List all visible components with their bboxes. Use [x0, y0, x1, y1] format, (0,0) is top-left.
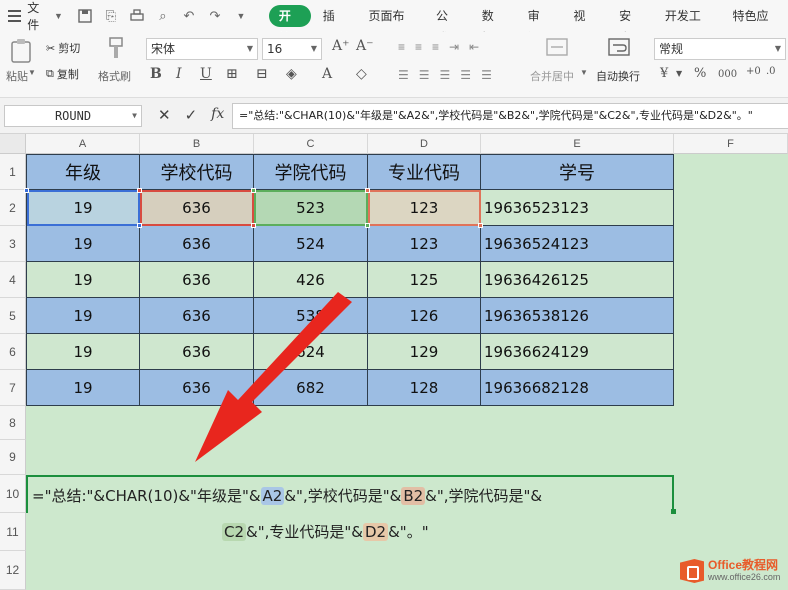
menu-icon[interactable] — [8, 10, 22, 22]
chevron-down-icon: ▼ — [310, 44, 317, 53]
chevron-down-icon[interactable]: ▼ — [580, 68, 588, 77]
wrap-text-button[interactable] — [604, 36, 634, 61]
justify-icon[interactable]: ☰ — [460, 68, 471, 84]
formula-input[interactable]: ="总结:"&CHAR(10)&"年级是"&A2&",学校代码是"&B2&",学… — [232, 103, 788, 129]
tab-data[interactable]: 数据 — [470, 5, 516, 45]
tab-security[interactable]: 安全 — [607, 5, 653, 45]
name-box[interactable]: ROUND ▼ — [4, 105, 142, 127]
underline-icon[interactable]: U — [200, 66, 212, 82]
redo-icon[interactable]: ↷ — [207, 8, 223, 24]
align-top-icon[interactable]: ≡ — [398, 40, 405, 56]
grow-font-icon[interactable]: A⁺ — [332, 38, 350, 54]
tab-home[interactable]: 开始 — [268, 5, 311, 45]
cut-button[interactable]: ✂ 剪切 — [46, 40, 80, 56]
format-painter-label: 格式刷 — [98, 71, 131, 83]
chevron-down-icon: ▼ — [132, 111, 137, 120]
format-painter-button[interactable] — [104, 36, 128, 65]
percent-button[interactable]: % — [694, 66, 706, 81]
increase-decimal-icon[interactable]: +0 — [746, 66, 761, 77]
wrap-text-label: 自动换行 — [596, 71, 640, 83]
merge-center-button[interactable] — [542, 36, 572, 61]
number-format-select[interactable]: 常规 ▼ — [654, 38, 786, 60]
watermark-url: www.office26.com — [708, 572, 781, 582]
customize-chevron-icon[interactable]: ▼ — [233, 8, 249, 24]
align-right-icon[interactable]: ☰ — [440, 68, 451, 84]
chevron-down-icon[interactable]: ▼ — [54, 11, 63, 21]
save-icon[interactable] — [77, 8, 93, 24]
border-icon[interactable]: ⊞ — [226, 66, 238, 82]
chevron-down-icon: ▼ — [774, 44, 781, 53]
paste-chevron-icon[interactable]: ▼ — [28, 68, 36, 77]
export-pdf-icon[interactable]: ⎘ — [103, 8, 119, 24]
tab-insert[interactable]: 插入 — [311, 5, 357, 45]
merge-center-icon — [546, 38, 568, 56]
tab-view[interactable]: 视图 — [561, 5, 607, 45]
fill-color-icon[interactable]: ◈ — [286, 66, 297, 82]
file-menu[interactable]: 文件 — [27, 0, 50, 33]
tab-developer[interactable]: 开发工具 — [653, 5, 721, 45]
font-size-select[interactable]: 16 ▼ — [262, 38, 322, 60]
shrink-font-icon[interactable]: A⁻ — [356, 38, 374, 54]
formula-bar: ROUND ▼ ✕ ✓ fx ="总结:"&CHAR(10)&"年级是"&A2&"… — [0, 98, 788, 134]
align-center-icon[interactable]: ☰ — [419, 68, 430, 84]
distribute-icon[interactable]: ☰ — [481, 68, 492, 84]
spreadsheet-grid: A B C D E F 1 2 3 4 5 6 7 8 9 10 11 12 年… — [0, 134, 788, 590]
menu-bar: 文件 ▼ ⎘ ⌕ ↶ ↷ ▼ 开始 插入 页面布局 公式 数据 审阅 视图 安全… — [0, 0, 788, 45]
scissors-icon: ✂ — [46, 42, 56, 55]
paste-label: 粘贴 — [6, 71, 28, 83]
watermark-title: Office教程网 — [708, 558, 779, 572]
align-left-icon[interactable]: ☰ — [398, 68, 409, 84]
print-icon[interactable] — [129, 8, 145, 24]
paste-button[interactable] — [8, 38, 34, 67]
copy-icon: ⧉ — [46, 67, 54, 80]
eraser-icon[interactable]: ◇ — [356, 66, 367, 82]
cancel-icon[interactable]: ✕ — [158, 106, 171, 124]
align-middle-icon[interactable]: ≡ — [415, 40, 422, 56]
tab-formulas[interactable]: 公式 — [424, 5, 470, 45]
outdent-icon[interactable]: ⇤ — [469, 40, 479, 56]
thousands-button[interactable]: 000 — [718, 69, 737, 80]
undo-icon[interactable]: ↶ — [181, 8, 197, 24]
paste-icon — [11, 39, 31, 63]
confirm-icon[interactable]: ✓ — [185, 106, 198, 124]
office-logo-icon — [680, 559, 704, 583]
chevron-down-icon: ▼ — [246, 44, 253, 53]
tab-page-layout[interactable]: 页面布局 — [356, 5, 424, 45]
print-preview-icon[interactable]: ⌕ — [155, 8, 171, 24]
copy-button[interactable]: ⧉ 复制 — [46, 66, 79, 82]
align-bottom-icon[interactable]: ≡ — [432, 40, 439, 56]
tab-special[interactable]: 特色应用 — [720, 5, 788, 45]
ribbon-toolbar: 粘贴 ▼ ✂ 剪切 ⧉ 复制 格式刷 宋体 ▼ 16 ▼ A⁺ A⁻ B I U ⊞ ⊟… — [0, 32, 788, 98]
merge-center-label: 合并居中 — [530, 71, 574, 83]
tab-review[interactable]: 审阅 — [516, 5, 562, 45]
chevron-down-icon[interactable]: ▼ — [676, 69, 682, 78]
wrap-text-icon — [608, 38, 630, 56]
font-color-icon[interactable]: A — [322, 66, 332, 82]
decrease-decimal-icon[interactable]: .0 — [766, 66, 776, 77]
insert-function-icon[interactable]: fx — [211, 106, 224, 124]
bold-icon[interactable]: B — [150, 66, 162, 82]
italic-icon[interactable]: I — [176, 66, 182, 82]
font-name-select[interactable]: 宋体 ▼ — [146, 38, 258, 60]
watermark-logo: Office教程网 www.office26.com — [680, 552, 788, 590]
merge-cell-icon[interactable]: ⊟ — [256, 66, 268, 82]
annotation-arrow — [195, 292, 352, 462]
currency-icon[interactable]: ¥ — [660, 66, 668, 81]
brush-icon — [109, 37, 123, 58]
indent-icon[interactable]: ⇥ — [449, 40, 459, 56]
